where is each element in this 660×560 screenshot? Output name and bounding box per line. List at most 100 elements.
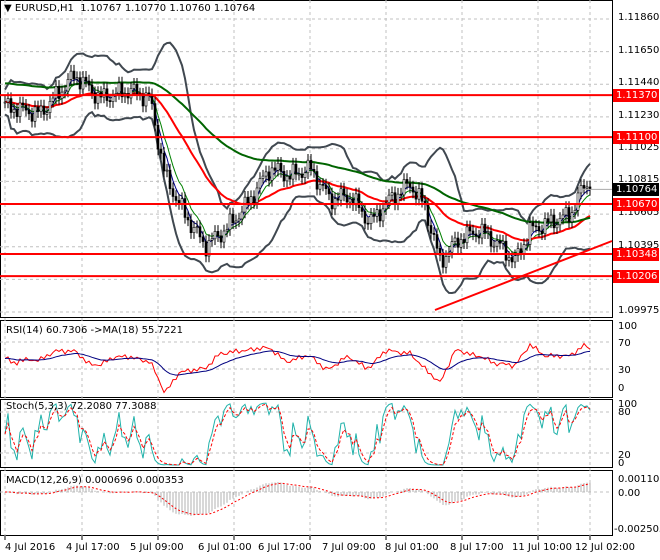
- main-pane-frame: [0, 0, 613, 318]
- candle-body: [201, 236, 205, 242]
- candle-body: [396, 193, 400, 205]
- collapse-triangle-icon[interactable]: ▼: [4, 3, 12, 14]
- candle-body: [222, 230, 226, 243]
- candle-body: [453, 237, 457, 242]
- candle-body: [255, 187, 259, 203]
- candle-body: [573, 210, 577, 213]
- candle-body: [135, 83, 139, 95]
- candle-body: [363, 211, 367, 224]
- candle-body: [291, 163, 295, 180]
- candle-body: [129, 88, 133, 99]
- candle-body: [219, 235, 223, 243]
- symbol-header: ▼ EURUSD,H1 1.10767 1.10770 1.10760 1.10…: [4, 3, 256, 14]
- candle-body: [504, 240, 508, 261]
- candle-body: [108, 100, 112, 102]
- candle-body: [180, 198, 184, 204]
- price-axis-label: 1.09975: [618, 305, 660, 316]
- candle-body: [117, 82, 121, 94]
- level-price-tag: 1.11370: [613, 89, 659, 103]
- time-axis-label: 4 Jul 2016: [5, 542, 56, 553]
- macd-label: MACD(12,26,9) 0.000696 0.000353: [6, 475, 184, 486]
- candle-body: [216, 231, 220, 237]
- candle-body: [30, 113, 34, 122]
- candle-body: [522, 244, 526, 255]
- candle-body: [414, 191, 418, 200]
- candle-body: [33, 106, 37, 122]
- candle-body: [555, 224, 559, 229]
- candle-body: [432, 232, 436, 235]
- candle-body: [318, 184, 322, 190]
- candle-body: [195, 226, 199, 228]
- candle-body: [390, 192, 394, 196]
- stoch-label: Stoch(5,3,3) 72.2080 77.3088: [6, 401, 157, 412]
- rsi-line: [4, 342, 591, 394]
- candle-body: [213, 231, 217, 240]
- rsi-axis-0: 0: [618, 383, 625, 394]
- price-axis-label: 1.11860: [618, 12, 660, 23]
- rsi-axis-30: 30: [618, 365, 631, 376]
- candle-body: [549, 214, 553, 223]
- candle-body: [567, 207, 571, 223]
- candle-body: [183, 198, 187, 218]
- ma-blue: [4, 78, 591, 257]
- candle-body: [375, 209, 379, 217]
- candle-body: [27, 109, 31, 115]
- candle-body: [450, 241, 454, 253]
- candle-body: [306, 159, 310, 174]
- candle-body: [237, 218, 241, 222]
- candle-body: [513, 255, 517, 263]
- time-axis-label: 5 Jul 09:00: [130, 542, 184, 553]
- candle-body: [153, 103, 157, 126]
- ma-red: [4, 92, 591, 242]
- macd-signal-line: [4, 482, 591, 515]
- candle-body: [192, 227, 196, 234]
- macd-axis-zero: 0.00: [618, 488, 641, 499]
- candle-body: [186, 217, 190, 221]
- time-axis-label: 4 Jul 17:00: [66, 542, 120, 553]
- candle-body: [39, 105, 43, 112]
- candle-body: [411, 186, 415, 193]
- candle-body: [477, 235, 481, 239]
- candle-body: [246, 196, 250, 204]
- candle-body: [444, 256, 448, 268]
- candle-body: [6, 98, 10, 103]
- macd-axis-min: -0.002505: [614, 524, 660, 535]
- time-axis-label: 11 Jul 10:00: [512, 542, 572, 553]
- level-price-tag: 1.11100: [613, 131, 659, 145]
- candle-body: [270, 167, 274, 181]
- candle-body: [360, 207, 364, 212]
- candle-body: [321, 184, 325, 186]
- candle-body: [507, 257, 511, 261]
- candle-body: [18, 102, 22, 117]
- candle-body: [21, 102, 25, 106]
- candle-body: [405, 179, 409, 184]
- candle-body: [528, 222, 532, 245]
- time-axis-label: 6 Jul 17:00: [258, 542, 312, 553]
- rsi-label: RSI(14) 60.7306 ->MA(18) 55.7221: [6, 325, 183, 336]
- candle-body: [96, 92, 100, 104]
- ma-green-slow: [4, 81, 591, 224]
- candle-body: [168, 169, 172, 189]
- candle-body: [78, 77, 82, 90]
- candle-body: [198, 226, 202, 238]
- candle-body: [69, 70, 73, 80]
- candle-body: [381, 208, 385, 222]
- candle-body: [225, 229, 229, 232]
- candle-body: [456, 237, 460, 248]
- candle-body: [75, 77, 79, 80]
- candle-body: [231, 213, 235, 224]
- candle-body: [111, 95, 115, 102]
- level-price-tag: 1.10348: [613, 248, 659, 262]
- candle-body: [174, 196, 178, 201]
- candle-body: [300, 173, 304, 178]
- candle-body: [348, 198, 352, 203]
- candle-body: [42, 105, 46, 115]
- candle-body: [426, 203, 430, 226]
- candle-body: [72, 70, 76, 80]
- candle-body: [189, 219, 193, 234]
- candle-body: [357, 193, 361, 208]
- candle-body: [171, 188, 175, 197]
- candle-body: [54, 86, 58, 99]
- candle-body: [345, 194, 349, 203]
- candle-body: [420, 188, 424, 202]
